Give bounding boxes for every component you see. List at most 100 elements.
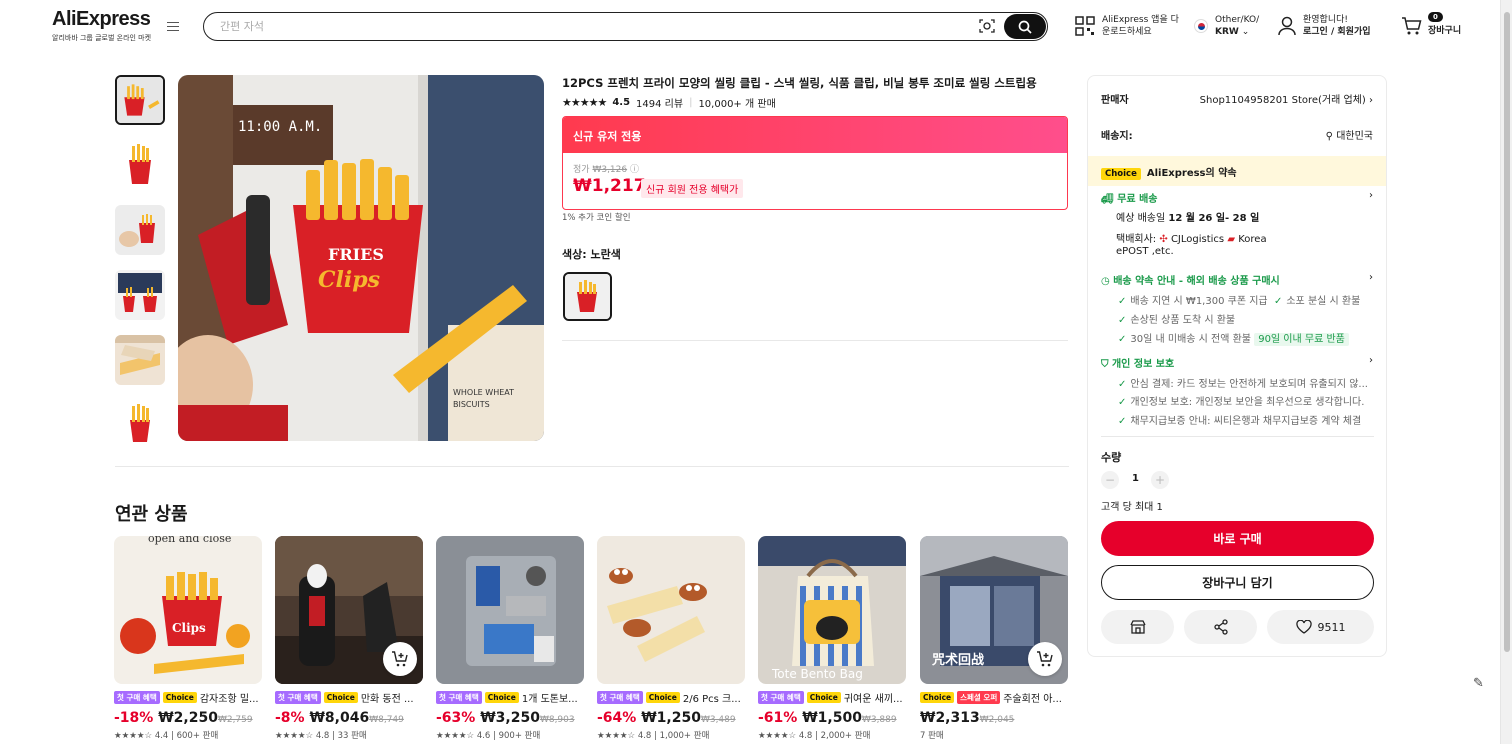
guarantee-item: ✓ 손상된 상품 도착 시 환불: [1118, 315, 1236, 326]
cart-count-badge: 0: [1428, 12, 1443, 22]
related-product-card[interactable]: open and close Clips 첫 구매 혜택 Choice 감자조항 밀.…: [114, 536, 262, 741]
shield-icon: ⛉: [1101, 359, 1109, 370]
check-icon: ✓: [1118, 416, 1127, 427]
product-image[interactable]: [597, 536, 745, 684]
product-name[interactable]: 감자조항 밀...: [200, 690, 259, 705]
svg-text:Tote Bento Bag: Tote Bento Bag: [771, 667, 863, 681]
menu-icon[interactable]: [167, 22, 179, 31]
store-button[interactable]: [1101, 610, 1174, 644]
related-product-card[interactable]: 첫 구매 혜택 Choice 1개 도톤보... -63% ₩3,250₩8,903…: [436, 536, 584, 741]
coin-discount: 1% 추가 코인 할인: [562, 213, 631, 223]
product-image[interactable]: [436, 536, 584, 684]
image-search-icon[interactable]: [979, 18, 995, 34]
free-shipping-row[interactable]: 🚚︎ 무료 배송 ›: [1101, 190, 1373, 205]
buy-now-button[interactable]: 바로 구매: [1101, 521, 1374, 556]
rating-stars: ★★★★☆: [436, 731, 475, 741]
reviews-link[interactable]: 1494 리뷰: [636, 95, 683, 110]
heart-icon: [1295, 620, 1312, 634]
scrollbar-thumb[interactable]: [1504, 12, 1510, 652]
rating-stars: ★★★★★: [562, 96, 607, 109]
search-input[interactable]: [220, 17, 960, 36]
related-product-card[interactable]: 咒术回战 Choice 스페셜 오퍼 주술회전 아... ₩2,313₩2,045 …: [920, 536, 1068, 741]
ship-to-row[interactable]: 배송지: ⚲ 대한민국: [1101, 127, 1373, 142]
promo-banner: 신규 유저 전용: [563, 117, 1067, 153]
aliexpress-logo[interactable]: AliExpress: [52, 8, 151, 31]
check-icon: ✓: [1273, 296, 1283, 307]
check-icon: ✓: [1118, 315, 1127, 326]
quantity-value[interactable]: 1: [1132, 473, 1139, 484]
truck-icon: 🚚︎: [1101, 194, 1114, 205]
product-thumbnail[interactable]: [115, 205, 165, 255]
add-to-cart-button[interactable]: [1028, 642, 1062, 676]
logo-tagline: 알리바바 그룹 글로벌 온라인 마켓: [52, 34, 152, 42]
user-icon[interactable]: [1278, 16, 1296, 36]
product-main-image[interactable]: 11:00 A.M. FRIES Clips WHOLE WHEAT BISCU…: [178, 75, 544, 441]
scrollbar[interactable]: [1500, 0, 1512, 744]
cart-label[interactable]: 장바구니: [1428, 25, 1461, 37]
add-to-cart-button[interactable]: [383, 642, 417, 676]
product-name[interactable]: 주술회전 아...: [1003, 690, 1062, 705]
download-app-link[interactable]: AliExpress 앱을 다 운로드하세요: [1102, 14, 1179, 38]
quantity-label: 수량: [1101, 451, 1122, 464]
product-image[interactable]: Tote Bento Bag: [758, 536, 906, 684]
product-thumbnail[interactable]: [115, 140, 165, 190]
color-swatch-yellow[interactable]: [563, 272, 612, 321]
product-name[interactable]: 귀여운 새끼...: [844, 690, 903, 705]
header: AliExpress 알리바바 그룹 글로벌 온라인 마켓 AliExpress…: [0, 0, 1512, 52]
seller-name[interactable]: Shop1104958201 Store(거래 업체): [1200, 95, 1366, 106]
choice-banner: Choice AliExpress의 약속: [1088, 156, 1386, 186]
epost-logo-icon: ▰: [1227, 234, 1236, 245]
related-product-card[interactable]: 첫 구매 혜택 Choice 만화 동전 ... -8% ₩8,046₩8,749 …: [275, 536, 423, 741]
product-name[interactable]: 2/6 Pcs 크...: [683, 690, 741, 705]
account-link[interactable]: 환영합니다! 로그인 / 회원가입: [1303, 14, 1371, 38]
product-image[interactable]: [275, 536, 423, 684]
price-label: 신규 회원 전용 혜택가: [641, 179, 744, 198]
related-product-card[interactable]: Tote Bento Bag 첫 구매 혜택 Choice 귀여운 새끼... -6…: [758, 536, 906, 741]
rating-value: 4.5: [612, 97, 631, 108]
product-thumbnail[interactable]: [115, 270, 165, 320]
rating-stars: ★★★★☆: [114, 731, 153, 741]
product-thumbnail[interactable]: [115, 398, 165, 448]
quantity-decrease-button[interactable]: −: [1101, 471, 1119, 489]
svg-text:11:00 A.M.: 11:00 A.M.: [238, 119, 322, 135]
related-product-card[interactable]: 첫 구매 혜택 Choice 2/6 Pcs 크... -64% ₩1,250₩3,…: [597, 536, 745, 741]
courier-info-line2: ePOST ,etc.: [1116, 246, 1174, 257]
cart-plus-icon: [1037, 651, 1053, 667]
divider: |: [689, 97, 693, 108]
product-thumbnail[interactable]: [115, 335, 165, 385]
rating-stars: ★★★★☆: [758, 731, 797, 741]
share-button[interactable]: [1184, 610, 1257, 644]
check-icon: ✓: [1118, 334, 1127, 345]
wishlist-button[interactable]: 9511: [1267, 610, 1374, 644]
korea-flag-icon: [1194, 19, 1208, 33]
guarantee-item: ✓ 30일 내 미배송 시 전액 환불 90일 이내 무료 반품: [1118, 330, 1373, 346]
share-icon: [1213, 619, 1228, 635]
purchase-panel: 판매자 Shop1104958201 Store(거래 업체) › 배송지: ⚲…: [1087, 75, 1387, 657]
privacy-item: ✓ 개인정보 보호: 개인정보 보안을 최우선으로 생각합니다.: [1118, 397, 1365, 408]
add-to-cart-button[interactable]: 장바구니 담기: [1101, 565, 1374, 600]
qr-code-icon[interactable]: [1075, 16, 1095, 36]
choice-badge: Choice: [1101, 168, 1141, 180]
privacy-item: ✓ 채무지급보증 안내: 씨티은행과 채무지급보증 계약 체결: [1118, 416, 1362, 427]
info-icon[interactable]: ⓘ: [630, 165, 639, 175]
product-image[interactable]: 咒术回战: [920, 536, 1068, 684]
seller-row[interactable]: 판매자 Shop1104958201 Store(거래 업체) ›: [1101, 91, 1373, 106]
quantity-increase-button[interactable]: +: [1151, 471, 1169, 489]
related-products-title: 연관 상품: [115, 504, 188, 525]
privacy-row[interactable]: ⛉ 개인 정보 보호 ›: [1101, 355, 1373, 370]
location-pin-icon: ⚲: [1325, 131, 1333, 142]
product-thumbnail[interactable]: [115, 75, 165, 125]
search-button[interactable]: [1004, 14, 1046, 39]
divider: [1101, 436, 1374, 437]
cart-icon[interactable]: [1401, 16, 1423, 36]
locale-selector[interactable]: Other/KO/KRW ⌄: [1215, 14, 1259, 38]
delivery-guarantee-row[interactable]: ◷ 배송 약속 안내 - 해외 배송 상품 구매시 ›: [1101, 272, 1373, 287]
edit-icon[interactable]: ✎: [1473, 676, 1484, 691]
max-per-customer: 고객 당 최대 1: [1101, 502, 1163, 513]
product-name[interactable]: 1개 도톤보...: [522, 690, 578, 705]
product-image[interactable]: open and close Clips: [114, 536, 262, 684]
product-name[interactable]: 만화 동전 ...: [361, 690, 414, 705]
current-price: ₩1,217: [573, 176, 646, 196]
svg-text:Clips: Clips: [318, 267, 380, 293]
divider: [115, 466, 1069, 467]
